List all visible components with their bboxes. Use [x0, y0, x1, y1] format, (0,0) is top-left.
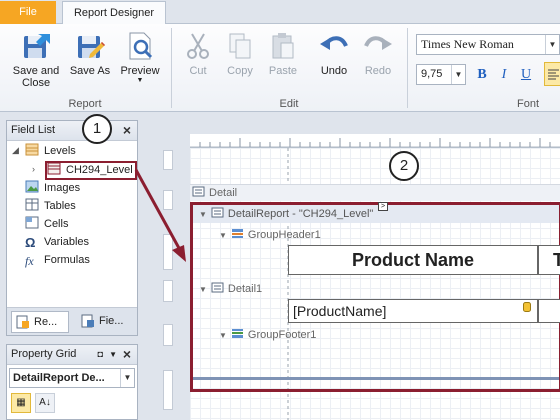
callout-arrow [134, 169, 186, 262]
callout-1: 1 [82, 114, 112, 144]
callout-2: 2 [389, 151, 419, 181]
